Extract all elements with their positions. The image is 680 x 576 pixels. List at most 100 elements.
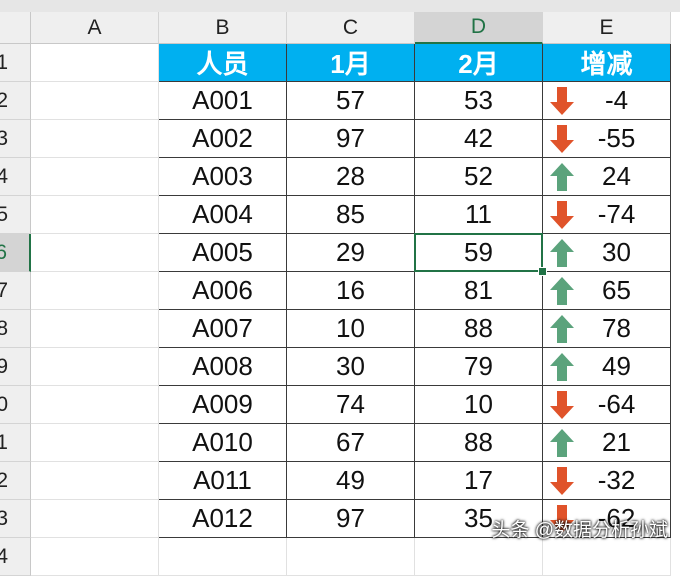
cell-c6[interactable]: 29 bbox=[287, 234, 415, 272]
cell-a12[interactable] bbox=[31, 462, 159, 500]
fill-handle[interactable] bbox=[538, 267, 547, 276]
cell-a6[interactable] bbox=[31, 234, 159, 272]
cell-b3[interactable]: A002 bbox=[159, 120, 287, 158]
cell-d2[interactable]: 53 bbox=[415, 82, 543, 120]
cell-a2[interactable] bbox=[31, 82, 159, 120]
cell-c3[interactable]: 97 bbox=[287, 120, 415, 158]
row-header-10[interactable]: 10 bbox=[0, 386, 31, 424]
cell-d7[interactable]: 81 bbox=[415, 272, 543, 310]
cell-c11[interactable]: 67 bbox=[287, 424, 415, 462]
row-header-4[interactable]: 4 bbox=[0, 158, 31, 196]
cell-e11[interactable]: 21 bbox=[543, 424, 671, 462]
table-header-cell[interactable]: 增减 bbox=[543, 44, 671, 82]
cell-a11[interactable] bbox=[31, 424, 159, 462]
cell-c5[interactable]: 85 bbox=[287, 196, 415, 234]
column-header-b[interactable]: B bbox=[159, 12, 287, 44]
column-header-c[interactable]: C bbox=[287, 12, 415, 44]
cell-d4[interactable]: 52 bbox=[415, 158, 543, 196]
cell-e12[interactable]: -32 bbox=[543, 462, 671, 500]
cell-e5[interactable]: -74 bbox=[543, 196, 671, 234]
cell-b10[interactable]: A009 bbox=[159, 386, 287, 424]
cell-b2[interactable]: A001 bbox=[159, 82, 287, 120]
cell-d8[interactable]: 88 bbox=[415, 310, 543, 348]
cell-e7[interactable]: 65 bbox=[543, 272, 671, 310]
header-label: 2月 bbox=[458, 49, 499, 79]
cell-d3[interactable]: 42 bbox=[415, 120, 543, 158]
row-header-9[interactable]: 9 bbox=[0, 348, 31, 386]
red-down-arrow-icon bbox=[550, 390, 574, 419]
cell-c8[interactable]: 10 bbox=[287, 310, 415, 348]
cell-c13[interactable]: 97 bbox=[287, 500, 415, 538]
table-header-cell[interactable]: 2月 bbox=[415, 44, 543, 82]
cell-d14[interactable] bbox=[415, 538, 543, 576]
row-header-7[interactable]: 7 bbox=[0, 272, 31, 310]
cell-c9[interactable]: 30 bbox=[287, 348, 415, 386]
green-up-arrow-icon bbox=[550, 162, 574, 191]
cell-e3[interactable]: -55 bbox=[543, 120, 671, 158]
column-header-a[interactable]: A bbox=[31, 12, 159, 44]
cell-b5[interactable]: A004 bbox=[159, 196, 287, 234]
cell-b14[interactable] bbox=[159, 538, 287, 576]
feb-value: 81 bbox=[464, 275, 493, 305]
cell-b12[interactable]: A011 bbox=[159, 462, 287, 500]
cell-c4[interactable]: 28 bbox=[287, 158, 415, 196]
row-header-6[interactable]: 6 bbox=[0, 234, 31, 272]
cell-b11[interactable]: A010 bbox=[159, 424, 287, 462]
cell-a1[interactable] bbox=[31, 44, 159, 82]
cell-d11[interactable]: 88 bbox=[415, 424, 543, 462]
row-header-3[interactable]: 3 bbox=[0, 120, 31, 158]
row-header-13[interactable]: 13 bbox=[0, 500, 31, 538]
cell-a9[interactable] bbox=[31, 348, 159, 386]
cell-c2[interactable]: 57 bbox=[287, 82, 415, 120]
cell-a13[interactable] bbox=[31, 500, 159, 538]
row-header-11[interactable]: 11 bbox=[0, 424, 31, 462]
cell-e8[interactable]: 78 bbox=[543, 310, 671, 348]
select-all-corner[interactable] bbox=[0, 12, 31, 44]
cell-d5[interactable]: 11 bbox=[415, 196, 543, 234]
column-header-e[interactable]: E bbox=[543, 12, 671, 44]
change-value: 49 bbox=[602, 351, 631, 381]
cell-e9[interactable]: 49 bbox=[543, 348, 671, 386]
cell-e6[interactable]: 30 bbox=[543, 234, 671, 272]
row-header-5[interactable]: 5 bbox=[0, 196, 31, 234]
cell-e4[interactable]: 24 bbox=[543, 158, 671, 196]
row-header-14[interactable]: 14 bbox=[0, 538, 31, 576]
cell-b7[interactable]: A006 bbox=[159, 272, 287, 310]
cell-c7[interactable]: 16 bbox=[287, 272, 415, 310]
row-header-12[interactable]: 12 bbox=[0, 462, 31, 500]
jan-value: 74 bbox=[336, 389, 365, 419]
cell-a14[interactable] bbox=[31, 538, 159, 576]
cell-a5[interactable] bbox=[31, 196, 159, 234]
green-up-arrow-icon bbox=[550, 238, 574, 267]
cell-e10[interactable]: -64 bbox=[543, 386, 671, 424]
cell-a10[interactable] bbox=[31, 386, 159, 424]
cell-e14[interactable] bbox=[543, 538, 671, 576]
cell-a8[interactable] bbox=[31, 310, 159, 348]
cell-a3[interactable] bbox=[31, 120, 159, 158]
row-header-2[interactable]: 2 bbox=[0, 82, 31, 120]
cell-c14[interactable] bbox=[287, 538, 415, 576]
cell-d9[interactable]: 79 bbox=[415, 348, 543, 386]
spreadsheet-grid[interactable]: ABCDE1234567891011121314人员1月2月增减A0015753… bbox=[0, 12, 680, 576]
table-header-cell[interactable]: 1月 bbox=[287, 44, 415, 82]
cell-b9[interactable]: A008 bbox=[159, 348, 287, 386]
cell-a4[interactable] bbox=[31, 158, 159, 196]
cell-d10[interactable]: 10 bbox=[415, 386, 543, 424]
change-value: 21 bbox=[602, 427, 631, 457]
jan-value: 29 bbox=[336, 237, 365, 267]
cell-d12[interactable]: 17 bbox=[415, 462, 543, 500]
cell-c10[interactable]: 74 bbox=[287, 386, 415, 424]
table-header-cell[interactable]: 人员 bbox=[159, 44, 287, 82]
cell-c12[interactable]: 49 bbox=[287, 462, 415, 500]
jan-value: 97 bbox=[336, 123, 365, 153]
cell-a7[interactable] bbox=[31, 272, 159, 310]
cell-b6[interactable]: A005 bbox=[159, 234, 287, 272]
cell-b4[interactable]: A003 bbox=[159, 158, 287, 196]
row-header-1[interactable]: 1 bbox=[0, 44, 31, 82]
column-header-d[interactable]: D bbox=[415, 12, 543, 44]
cell-b8[interactable]: A007 bbox=[159, 310, 287, 348]
cell-b13[interactable]: A012 bbox=[159, 500, 287, 538]
row-header-8[interactable]: 8 bbox=[0, 310, 31, 348]
cell-e2[interactable]: -4 bbox=[543, 82, 671, 120]
cell-d6[interactable]: 59 bbox=[415, 234, 543, 272]
